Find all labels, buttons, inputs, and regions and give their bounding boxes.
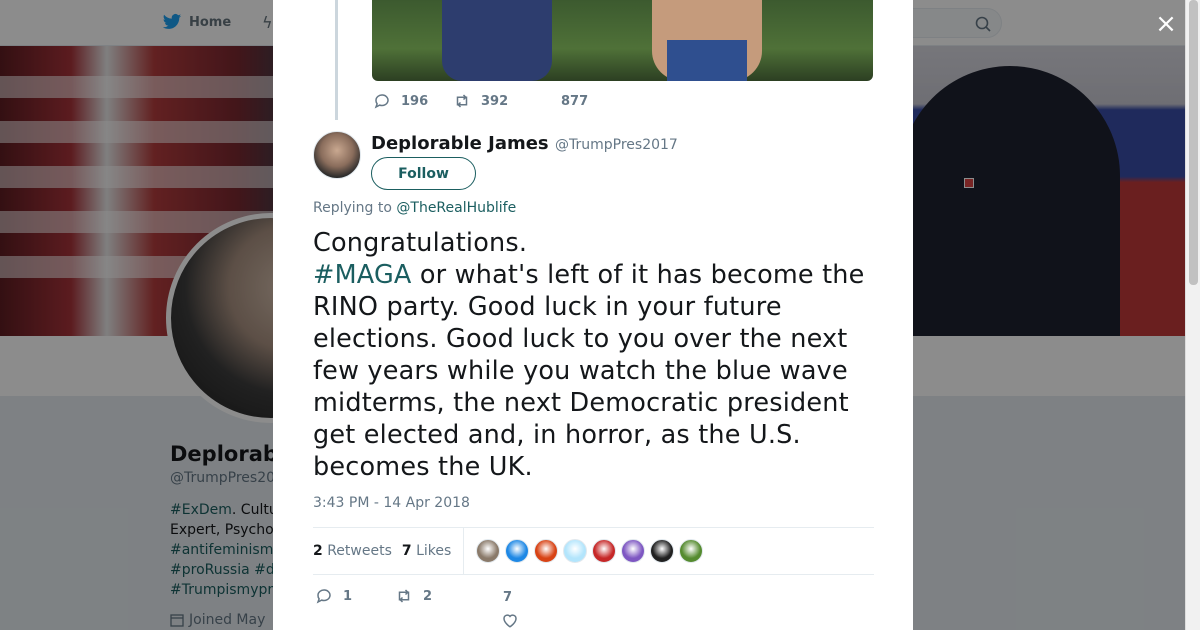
engagement-counts: 2 Retweets 7 Likes [313,527,465,575]
liker-avatar[interactable] [650,539,675,563]
liker-avatars [464,539,704,563]
retweet-count: 392 [481,93,509,109]
reply-icon [316,589,331,604]
author-name[interactable]: Deplorable James [371,133,549,154]
likes-stat-label: Likes [416,543,452,559]
tweet-hashtag[interactable]: #MAGA [313,260,412,290]
like-count: 877 [561,93,589,109]
like-count: 7 [503,590,513,605]
author-avatar[interactable] [313,131,361,179]
replying-prefix: Replying to [313,200,392,216]
retweet-icon [398,589,410,603]
replying-to-mention[interactable]: @TheRealHublife [396,200,516,216]
likes-stat[interactable]: 7 Likes [402,543,451,559]
author-handle[interactable]: @TrumpPres2017 [555,137,678,153]
conversation-thread-line [335,0,338,120]
replying-to: Replying to @TheRealHublife [313,200,516,216]
heart-icon[interactable] [501,611,519,629]
tweet-stats: 2 Retweets 7 Likes [313,527,874,575]
page-scrollbar[interactable] [1185,0,1200,630]
liker-avatar[interactable] [505,539,530,563]
liker-avatar[interactable] [592,539,617,563]
parent-retweet-button[interactable]: 392 [453,92,561,110]
parent-like-button[interactable]: 877 [561,94,588,109]
liker-avatar[interactable] [563,539,588,563]
retweets-stat[interactable]: 2 Retweets [313,543,392,559]
tweet-text-body: or what's left of it has become the RINO… [313,260,865,482]
reply-icon [374,94,389,109]
likes-stat-count: 7 [401,543,412,559]
liker-avatar[interactable] [534,539,559,563]
retweet-count: 2 [423,588,433,604]
tweet-permalink-modal: 196 392 877 Deplorable James @TrumpPres2… [273,0,913,630]
close-modal-button[interactable]: × [1152,10,1180,38]
parent-tweet-actions: 196 392 877 [373,92,588,110]
scrollbar-thumb[interactable] [1189,0,1198,285]
parent-reply-button[interactable]: 196 [373,92,453,110]
liker-avatar[interactable] [621,539,646,563]
retweet-icon [456,94,468,108]
retweets-stat-label: Retweets [327,543,392,559]
retweets-stat-count: 2 [313,543,323,559]
tweet-timestamp[interactable]: 3:43 PM - 14 Apr 2018 [313,495,470,511]
liker-avatar[interactable] [679,539,704,563]
tweet-text-line: Congratulations. [313,228,528,258]
close-icon: × [1155,9,1177,39]
retweet-button[interactable]: 2 [395,587,495,605]
reply-button[interactable]: 1 [315,587,395,605]
tweet-text: Congratulations. #MAGA or what's left of… [313,227,888,483]
reply-count: 196 [401,93,429,109]
follow-button[interactable]: Follow [371,157,476,190]
reply-count: 1 [343,588,353,604]
tweet-actions: 1 2 [315,587,495,605]
parent-tweet-media[interactable] [372,0,873,81]
liker-avatar[interactable] [476,539,501,563]
